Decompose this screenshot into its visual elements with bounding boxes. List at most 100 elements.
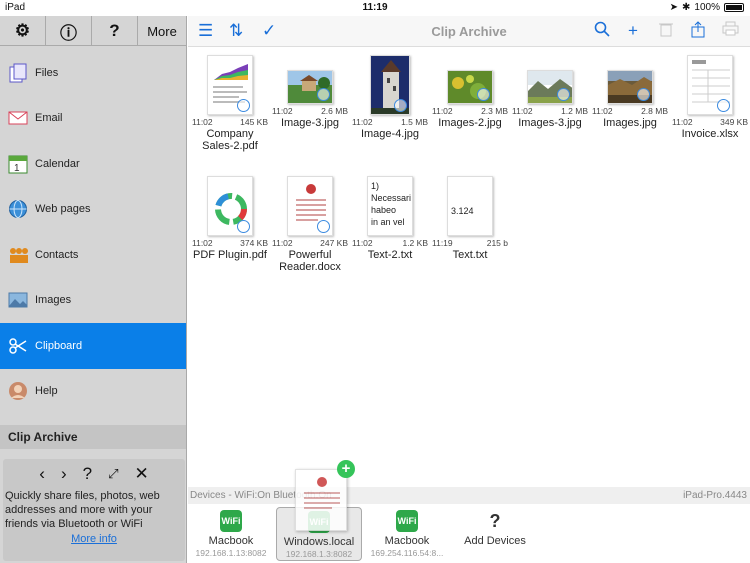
text-thumbnail: 1) Necessari habeo in an vel bbox=[367, 176, 413, 236]
select-circle[interactable] bbox=[237, 220, 250, 233]
file-item[interactable]: 11:02 349 KB Invoice.xlsx bbox=[670, 55, 750, 140]
text-thumbnail: 3.124 bbox=[447, 176, 493, 236]
add-devices-button[interactable]: ? Add Devices bbox=[452, 507, 538, 547]
sidebar-item-label: Images bbox=[35, 294, 72, 307]
file-meta: 11:19 215 b bbox=[432, 238, 508, 248]
close-icon[interactable]: ✕ bbox=[134, 464, 148, 484]
device-address: 169.254.116.54:8... bbox=[370, 548, 444, 558]
info-button[interactable]: ⓘ bbox=[46, 16, 92, 46]
sidebar-item-help[interactable]: Help bbox=[0, 369, 186, 415]
email-icon bbox=[8, 108, 28, 128]
sidebar-item-images[interactable]: Images bbox=[0, 278, 186, 324]
globe-icon bbox=[8, 199, 28, 219]
question-icon: ? bbox=[109, 21, 120, 40]
file-meta: 11:02 2.3 MB bbox=[432, 106, 508, 116]
sidebar-item-clipboard[interactable]: Clipboard bbox=[0, 323, 186, 369]
more-button[interactable]: More bbox=[138, 16, 186, 46]
sidebar-item-contacts[interactable]: Contacts bbox=[0, 232, 186, 278]
file-item[interactable]: 11:02 1.2 MB Images-3.jpg bbox=[510, 55, 590, 129]
select-circle[interactable] bbox=[394, 99, 407, 112]
more-info-link[interactable]: More info bbox=[3, 533, 185, 545]
add-badge-icon: + bbox=[337, 460, 355, 478]
file-meta: 11:02 374 KB bbox=[192, 238, 268, 248]
bluetooth-icon: ✱ bbox=[682, 2, 691, 13]
select-circle[interactable] bbox=[637, 88, 650, 101]
device-item[interactable]: WiFi Macbook 169.254.116.54:8... bbox=[364, 507, 450, 558]
search-icon[interactable] bbox=[594, 21, 610, 42]
help-button[interactable]: ? bbox=[92, 16, 138, 46]
status-bar: iPad 11:19 ➤ ✱ 100% bbox=[0, 0, 750, 16]
files-icon bbox=[8, 63, 28, 83]
sidebar-top-buttons: ⚙ ⓘ ? More bbox=[0, 16, 186, 46]
file-item[interactable]: 11:02 2.8 MB Images.jpg bbox=[590, 55, 670, 129]
chevron-left-icon[interactable]: ‹ bbox=[39, 464, 45, 484]
contacts-icon bbox=[8, 245, 28, 265]
file-name: Company Sales-2.pdf bbox=[202, 128, 258, 152]
settings-button[interactable]: ⚙ bbox=[0, 16, 46, 46]
print-icon[interactable] bbox=[722, 21, 739, 41]
select-circle[interactable] bbox=[477, 88, 490, 101]
pdf-thumbnail bbox=[207, 176, 253, 236]
image-thumbnail bbox=[527, 70, 573, 104]
chevron-right-icon[interactable]: › bbox=[61, 464, 67, 484]
location-icon: ➤ bbox=[669, 2, 679, 13]
select-circle[interactable] bbox=[317, 88, 330, 101]
help-avatar-icon bbox=[8, 381, 28, 401]
sidebar-item-label: Calendar bbox=[35, 157, 80, 170]
sidebar-item-label: Help bbox=[35, 385, 58, 398]
file-name: Images.jpg bbox=[603, 117, 657, 129]
printer-device-icon: WiFi bbox=[396, 510, 418, 532]
file-item[interactable]: 1) Necessari habeo in an vel 11:02 1.2 KB… bbox=[350, 176, 430, 261]
question-icon: ? bbox=[489, 511, 501, 531]
sidebar-item-web-pages[interactable]: Web pages bbox=[0, 187, 186, 233]
file-item[interactable]: 11:02 2.6 MB Image-3.jpg bbox=[270, 55, 350, 129]
info-icon: ⓘ bbox=[60, 23, 77, 43]
add-icon[interactable]: + bbox=[628, 21, 638, 41]
spreadsheet-thumbnail bbox=[687, 55, 733, 115]
status-right: ➤ ✱ 100% bbox=[670, 2, 744, 13]
file-meta: 11:02 2.6 MB bbox=[272, 106, 348, 116]
sidebar-item-calendar[interactable]: 1 Calendar bbox=[0, 141, 186, 187]
file-item[interactable]: 3.124 11:19 215 b Text.txt bbox=[430, 176, 510, 261]
clip-archive-section-title: Clip Archive bbox=[0, 425, 186, 449]
images-icon bbox=[8, 290, 28, 310]
sidebar-item-email[interactable]: Email bbox=[0, 96, 186, 142]
file-item[interactable]: 11:02 2.3 MB Images-2.jpg bbox=[430, 55, 510, 129]
dragged-file-preview[interactable] bbox=[295, 469, 347, 531]
select-circle[interactable] bbox=[717, 99, 730, 112]
share-icon[interactable] bbox=[691, 21, 705, 43]
status-time: 11:19 bbox=[362, 2, 388, 13]
sidebar-item-label: Clipboard bbox=[35, 339, 83, 352]
image-thumbnail bbox=[607, 70, 653, 104]
info-controls: ‹ › ? ⤢ ✕ bbox=[3, 459, 185, 489]
pdf-thumbnail bbox=[207, 55, 253, 115]
device-item[interactable]: WiFi Macbook 192.168.1.13:8082 bbox=[188, 507, 274, 558]
select-circle[interactable] bbox=[557, 88, 570, 101]
calendar-icon: 1 bbox=[8, 154, 28, 174]
select-circle[interactable] bbox=[237, 99, 250, 112]
file-meta: 11:02 349 KB bbox=[672, 117, 748, 127]
file-item[interactable]: 11:02 1.5 MB Image-4.jpg bbox=[350, 55, 430, 140]
sidebar-item-files[interactable]: Files bbox=[0, 50, 186, 96]
file-name: Image-3.jpg bbox=[280, 117, 340, 129]
host-name: iPad-Pro.4443 bbox=[683, 490, 747, 501]
file-meta: 11:02 1.2 KB bbox=[352, 238, 428, 248]
expand-icon[interactable]: ⤢ bbox=[108, 466, 118, 482]
trash-icon[interactable] bbox=[659, 21, 673, 42]
file-item[interactable]: 11:02 145 KB Company Sales-2.pdf bbox=[190, 55, 270, 152]
battery-icon bbox=[724, 3, 744, 12]
question-icon[interactable]: ? bbox=[83, 464, 92, 484]
select-circle[interactable] bbox=[317, 220, 330, 233]
file-item[interactable]: 11:02 374 KB PDF Plugin.pdf bbox=[190, 176, 270, 261]
sidebar-item-label: Email bbox=[35, 112, 63, 125]
sidebar-nav: Files Email 1 Calendar Web pages Contact… bbox=[0, 50, 186, 414]
devices-status-bar: Devices - WiFi:On Bluetooth:On iPad-Pro.… bbox=[188, 487, 750, 504]
file-meta: 11:02 145 KB bbox=[192, 117, 268, 127]
file-item[interactable]: 11:02 247 KB Powerful Reader.docx bbox=[270, 176, 350, 273]
device-address: 192.168.1.3:8082 bbox=[285, 549, 353, 559]
image-thumbnail bbox=[447, 70, 493, 104]
file-meta: 11:02 2.8 MB bbox=[592, 106, 668, 116]
device-name: Windows.local bbox=[283, 536, 355, 548]
sidebar-item-label: Contacts bbox=[35, 248, 79, 261]
info-text: Quickly share files, photos, web address… bbox=[5, 490, 160, 530]
